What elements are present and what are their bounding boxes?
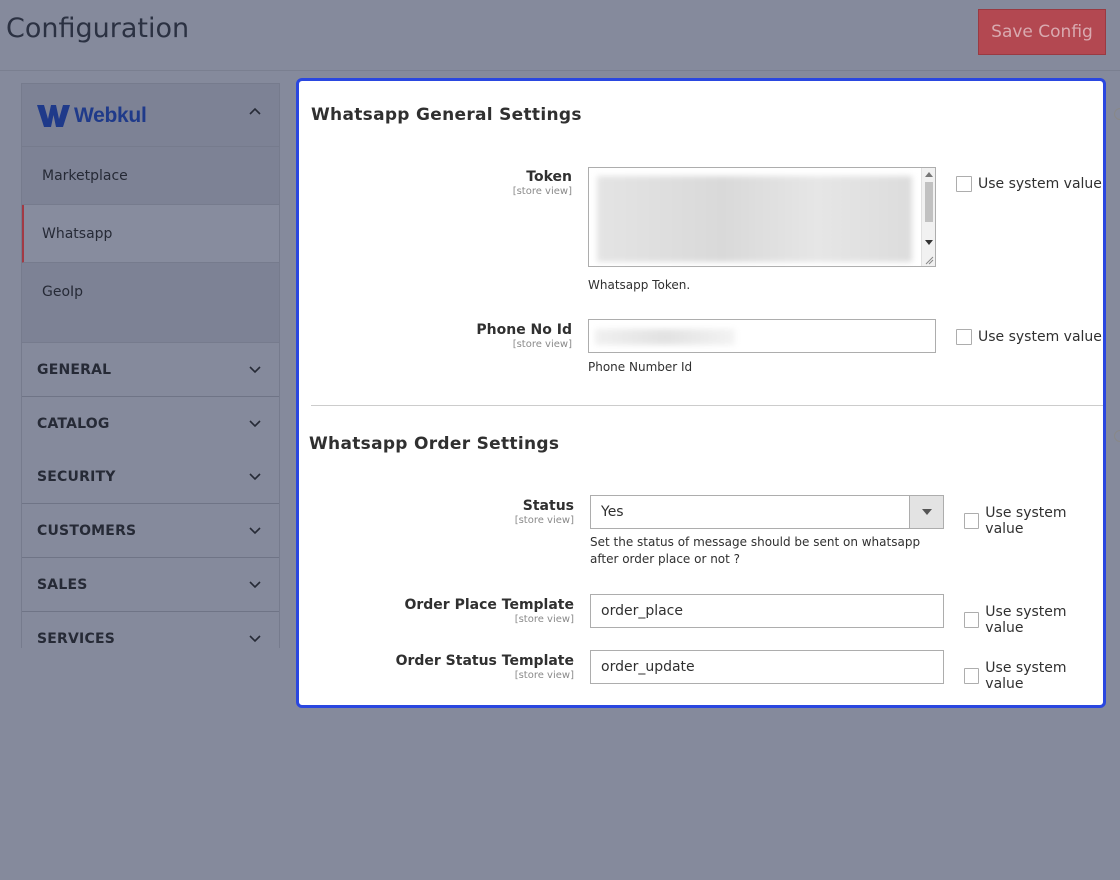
- order-status-label: Order Status Template: [395, 653, 574, 669]
- chevron-down-icon: [249, 581, 261, 589]
- sidebar-section-general[interactable]: GENERAL: [21, 343, 280, 397]
- webkul-logo-icon: [37, 105, 70, 127]
- status-label: Status: [522, 498, 574, 514]
- checkbox-label: Use system value: [985, 660, 1067, 692]
- sidebar-border: [21, 83, 22, 648]
- checkbox-label: Use system value: [978, 329, 1102, 345]
- phone-label: Phone No Id: [476, 322, 572, 338]
- section-label: SERVICES: [37, 631, 115, 647]
- sidebar-item-marketplace[interactable]: Marketplace: [21, 147, 280, 205]
- sidebar-section-services[interactable]: SERVICES: [21, 612, 280, 648]
- status-selected-value: Yes: [601, 504, 624, 520]
- scroll-up-icon[interactable]: [925, 171, 933, 177]
- general-settings-title: Whatsapp General Settings: [311, 105, 582, 125]
- chevron-down-icon: [249, 366, 261, 374]
- status-scope: [store view]: [514, 515, 574, 526]
- token-label: Token: [526, 169, 572, 185]
- config-panel: Whatsapp General Settings Token [store v…: [296, 78, 1106, 708]
- order-place-template-input[interactable]: order_place: [590, 594, 944, 628]
- phone-note: Phone Number Id: [588, 360, 693, 374]
- order-place-use-system-value[interactable]: Use system value: [964, 604, 1103, 636]
- chevron-up-icon[interactable]: [248, 104, 262, 118]
- section-label: SALES: [37, 576, 88, 593]
- sidebar-item-label: Whatsapp: [42, 225, 113, 242]
- token-use-system-value[interactable]: Use system value: [956, 176, 1102, 192]
- checkbox[interactable]: [964, 513, 980, 529]
- select-arrow[interactable]: [909, 496, 943, 528]
- order-place-scope: [store view]: [514, 614, 574, 625]
- section-label: GENERAL: [37, 361, 112, 378]
- sidebar-item-label: Marketplace: [42, 167, 128, 184]
- checkbox-label: Use system value: [985, 604, 1067, 636]
- header-divider: [0, 70, 1120, 71]
- checkbox[interactable]: [956, 176, 972, 192]
- redacted-token: [597, 176, 912, 262]
- order-settings-title: Whatsapp Order Settings: [309, 434, 560, 454]
- caret-down-icon: [921, 509, 932, 515]
- token-scope: [store view]: [512, 186, 572, 197]
- token-scrollbar[interactable]: [921, 168, 935, 266]
- sidebar-section-sales[interactable]: SALES: [21, 558, 280, 612]
- scroll-down-icon[interactable]: [925, 240, 933, 246]
- order-place-label: Order Place Template: [404, 597, 574, 613]
- sidebar-item-label: GeoIp: [42, 283, 84, 300]
- phone-use-system-value[interactable]: Use system value: [956, 329, 1102, 345]
- order-status-use-system-value[interactable]: Use system value: [964, 660, 1103, 692]
- order-status-value: order_update: [601, 659, 695, 675]
- token-textarea[interactable]: [588, 167, 936, 267]
- save-config-button[interactable]: Save Config: [978, 9, 1106, 55]
- order-status-template-input[interactable]: order_update: [590, 650, 944, 684]
- sidebar-section-customers[interactable]: CUSTOMERS: [21, 504, 280, 558]
- phone-id-input[interactable]: [588, 319, 936, 353]
- config-sidebar: Webkul Marketplace Whatsapp GeoIp GENERA…: [21, 83, 280, 648]
- chevron-down-icon: [249, 473, 261, 481]
- section-divider: [311, 405, 1103, 406]
- checkbox[interactable]: [964, 612, 980, 628]
- checkbox[interactable]: [964, 668, 980, 684]
- status-note: Set the status of message should be sent…: [590, 535, 921, 566]
- checkbox-label: Use system value: [985, 505, 1067, 537]
- section-label: SECURITY: [37, 468, 116, 485]
- help-icon[interactable]: [1114, 108, 1120, 120]
- section-label: CUSTOMERS: [37, 522, 137, 539]
- help-icon[interactable]: [1114, 430, 1120, 442]
- redacted-phone-id: [595, 329, 735, 345]
- checkbox[interactable]: [956, 329, 972, 345]
- checkbox-label: Use system value: [978, 176, 1102, 192]
- sidebar-group-webkul[interactable]: Webkul: [21, 83, 280, 147]
- webkul-logo: Webkul: [37, 104, 147, 128]
- chevron-down-icon: [249, 420, 261, 428]
- chevron-down-icon: [249, 527, 261, 535]
- phone-scope: [store view]: [512, 339, 572, 350]
- section-label: CATALOG: [37, 415, 110, 432]
- webkul-brand-text: Webkul: [74, 104, 147, 127]
- page-title: Configuration: [6, 13, 190, 44]
- chevron-down-icon: [249, 635, 261, 643]
- order-place-value: order_place: [601, 603, 683, 619]
- sidebar-item-geoip[interactable]: GeoIp: [21, 263, 280, 343]
- order-status-scope: [store view]: [514, 670, 574, 681]
- token-note: Whatsapp Token.: [588, 278, 691, 292]
- scroll-thumb[interactable]: [925, 182, 933, 222]
- sidebar-border: [279, 83, 280, 648]
- status-select[interactable]: Yes: [590, 495, 944, 529]
- status-use-system-value[interactable]: Use system value: [964, 505, 1103, 537]
- sidebar-section-security[interactable]: SECURITY: [21, 450, 280, 504]
- sidebar-section-catalog[interactable]: CATALOG: [21, 397, 280, 451]
- resize-handle-icon[interactable]: [924, 255, 934, 265]
- sidebar-item-whatsapp[interactable]: Whatsapp: [21, 205, 280, 263]
